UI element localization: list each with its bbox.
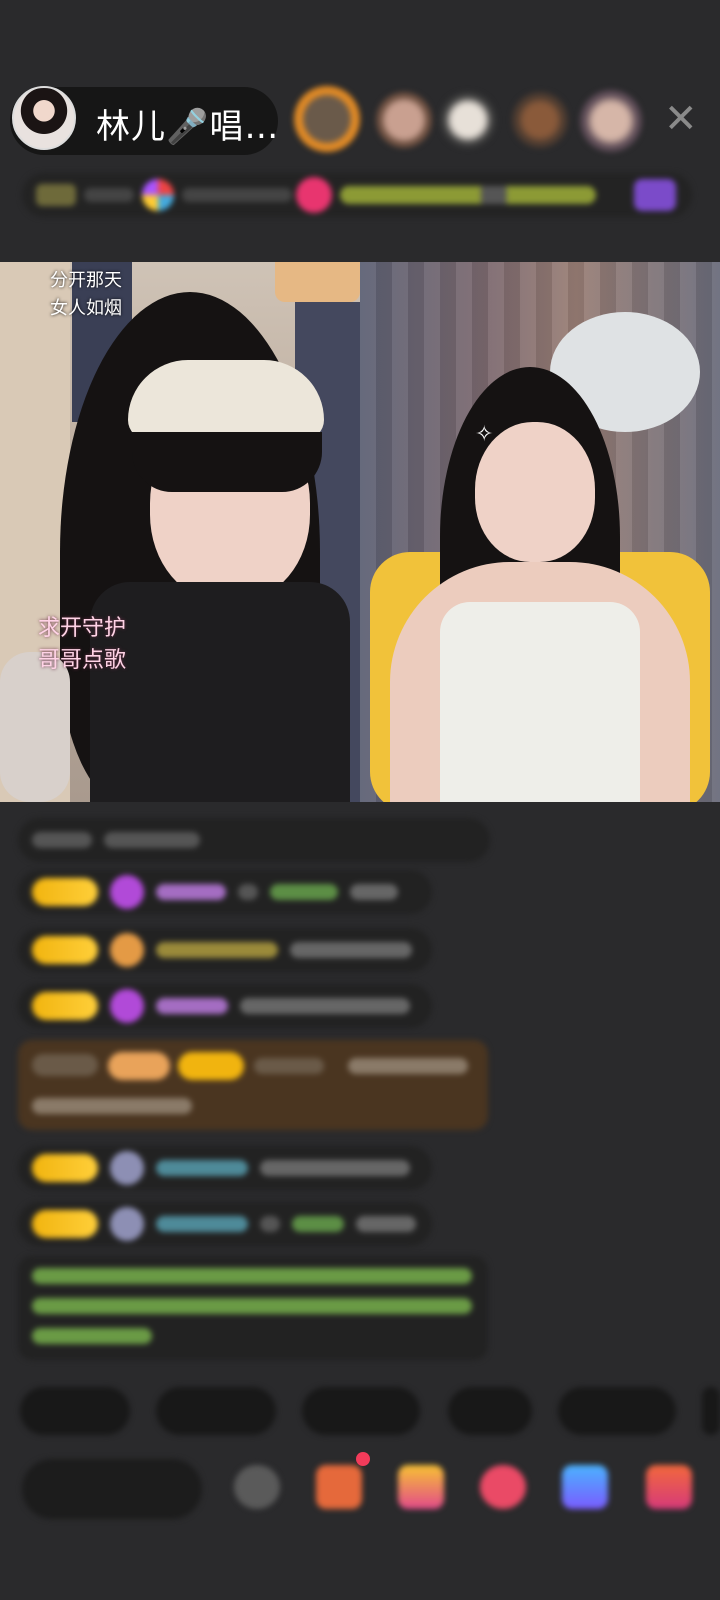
viewer-avatar-top5[interactable] (580, 90, 642, 152)
system-notice (18, 1256, 488, 1360)
room-info-bar[interactable] (22, 173, 692, 217)
treasure-icon[interactable] (398, 1465, 444, 1509)
lyric-line-2: 女人如烟 (50, 298, 122, 319)
white-dress (440, 602, 640, 802)
close-icon[interactable]: ✕ (664, 99, 698, 139)
chat-message-1[interactable] (18, 818, 490, 862)
quick-chip-1[interactable] (20, 1387, 130, 1435)
chat-message-3[interactable] (18, 928, 432, 972)
viewer-avatar-top2[interactable] (376, 92, 432, 148)
chat-message-2[interactable] (18, 870, 432, 914)
overlay-text-1: 求开守护 (38, 616, 127, 641)
lamp (275, 262, 360, 302)
headband (128, 360, 324, 440)
quick-chip-3[interactable] (302, 1387, 420, 1435)
left-video-feed[interactable]: 分开那天 女人如烟 求开守护 哥哥点歌 (0, 262, 360, 802)
bangs (132, 432, 322, 492)
viewer-avatar-top1[interactable] (294, 86, 360, 152)
emoji-icon[interactable] (234, 1465, 280, 1509)
viewer-avatar-top4[interactable] (512, 92, 568, 148)
notification-dot (356, 1452, 370, 1466)
cup (0, 652, 70, 802)
quick-chip-4[interactable] (448, 1387, 532, 1435)
quick-chip-6[interactable] (702, 1387, 720, 1435)
black-shirt (90, 582, 350, 802)
quick-chip-5[interactable] (558, 1387, 676, 1435)
host-name[interactable]: 林儿🎤唱… (96, 99, 279, 148)
gift-icon[interactable] (646, 1465, 692, 1509)
hair-clip-sticker: ✧ (475, 422, 494, 447)
quick-chip-2[interactable] (156, 1387, 276, 1435)
share-icon[interactable] (562, 1465, 608, 1509)
gift-box-icon[interactable] (316, 1465, 362, 1509)
chat-message-6[interactable] (18, 1146, 432, 1190)
lyric-line-1: 分开那天 (50, 270, 122, 291)
heart-gift-icon[interactable] (480, 1465, 526, 1509)
chat-input[interactable] (22, 1459, 202, 1519)
right-video-feed[interactable]: ✧ (360, 262, 720, 802)
chat-message-5[interactable] (18, 1040, 488, 1130)
host-avatar[interactable] (12, 86, 76, 150)
chat-message-7[interactable] (18, 1202, 432, 1246)
viewer-avatar-top3[interactable] (440, 92, 496, 148)
overlay-text-2: 哥哥点歌 (38, 648, 127, 673)
chat-message-4[interactable] (18, 984, 432, 1028)
